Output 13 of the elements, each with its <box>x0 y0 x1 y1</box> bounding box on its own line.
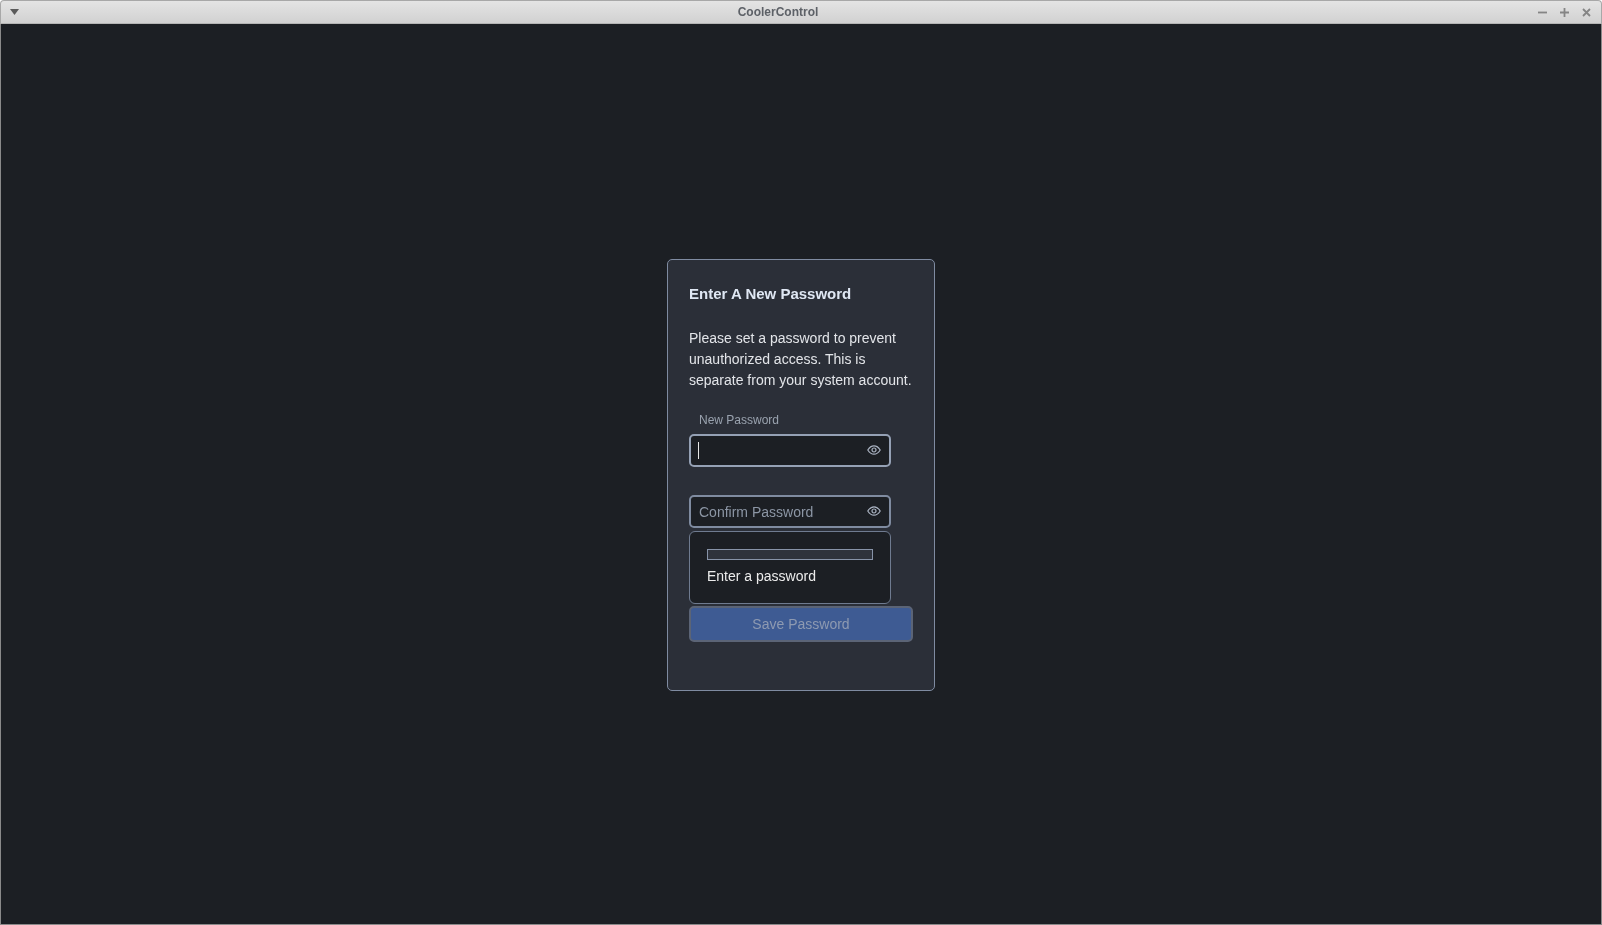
caret-icon[interactable] <box>10 9 19 15</box>
strength-message: Enter a password <box>707 568 817 585</box>
window-title: CoolerControl <box>737 5 819 19</box>
maximize-icon[interactable] <box>1560 7 1569 17</box>
eye-icon[interactable] <box>867 445 881 455</box>
dialog-title: Enter A New Password <box>689 285 852 303</box>
password-field[interactable] <box>689 434 891 467</box>
eye-icon[interactable] <box>867 506 881 516</box>
close-icon[interactable] <box>1582 7 1591 17</box>
password-field[interactable]: Confirm Password <box>689 495 891 528</box>
dialog-message: Please set a password to prevent unauthorized access. This is separate from your system account. <box>689 329 913 390</box>
text-cursor-icon <box>698 442 699 459</box>
field-label: New Password <box>698 413 780 428</box>
